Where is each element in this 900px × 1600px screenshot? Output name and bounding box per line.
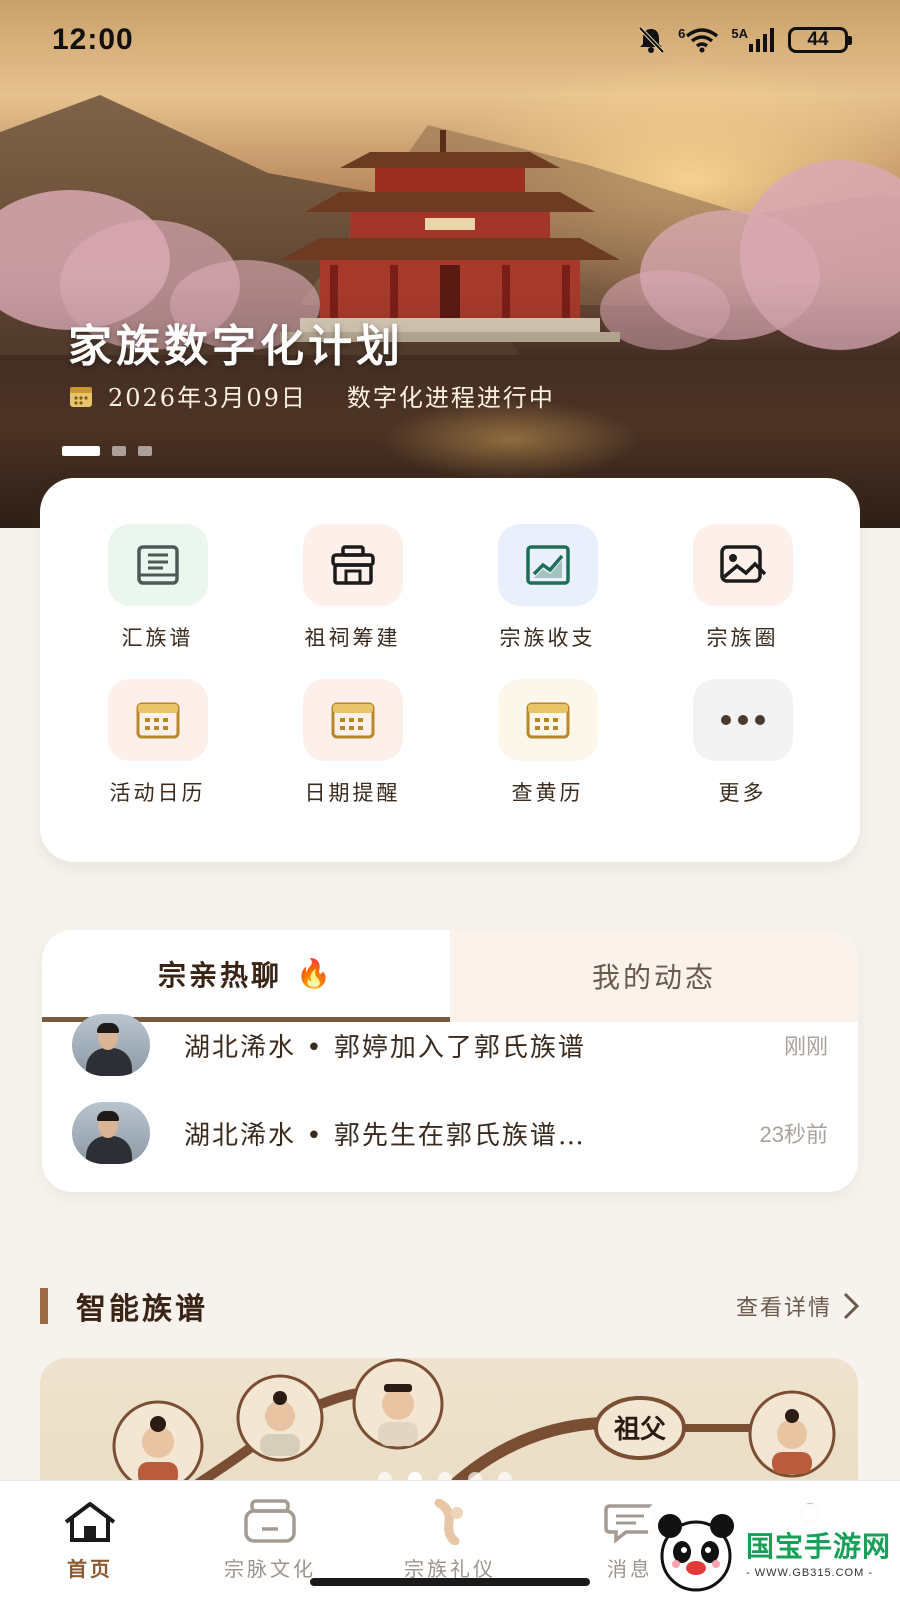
feed-text: 湖北浠水 • 郭先生在郭氏族谱… [184,1120,586,1151]
ancestor-portrait [748,1390,836,1478]
quick-actions-card: 汇族谱 祖祠筹建 宗族收支 宗族圈 活动日历 日期提醒 查黄历 更多 [40,478,860,862]
tab-my-activity[interactable]: 我的动态 [450,930,858,1022]
grid-item-more[interactable]: 更多 [645,679,840,834]
site-watermark: 国宝手游网 - WWW.GB315.COM - [648,1504,900,1600]
book-icon [136,545,179,585]
grid-label: 更多 [718,781,767,805]
grid-item-almanac[interactable]: 查黄历 [450,679,645,834]
grid-item-clan-circle[interactable]: 宗族圈 [645,524,840,679]
grid-icon-bg [497,524,598,606]
grid-label: 祖祠筹建 [304,626,401,650]
hero-carousel-dots [62,446,152,456]
feed-text: 湖北浠水 • 郭婷加入了郭氏族谱 [184,1032,586,1063]
section-title: 智能族谱 [76,1292,208,1327]
section-title-wrap: 智能族谱 [40,1284,208,1328]
battery-level: 44 [807,29,829,50]
grid-item-date-reminder[interactable]: 日期提醒 [255,679,450,834]
calendar-icon [526,702,569,739]
grid-label: 日期提醒 [304,781,401,805]
hero-status: 数字化进程进行中 [346,384,555,412]
culture-icon [244,1499,296,1543]
photo-icon [719,545,766,583]
watermark-url: - WWW.GB315.COM - [746,1567,873,1579]
cellular-indicator: 5A [731,27,776,53]
grid-item-ancestral-hall[interactable]: 祖祠筹建 [255,524,450,679]
nav-label: 消息 [607,1557,653,1581]
wifi-icon [686,28,719,53]
carousel-dot[interactable] [138,446,152,456]
wifi-indicator: 6 [678,27,719,53]
tab-clan-chat[interactable]: 宗亲热聊 🔥 [42,930,450,1022]
ancestor-portrait [112,1400,204,1492]
signal-icon [749,28,774,52]
nav-icon-wrap [62,1495,118,1549]
grid-item-clan-finance[interactable]: 宗族收支 [450,524,645,679]
hero-title: 家族数字化计划 [68,321,404,372]
grid-item-genealogy[interactable]: 汇族谱 [60,524,255,679]
grid-label: 宗族收支 [499,626,596,650]
home-indicator [310,1578,590,1586]
nav-home[interactable]: 首页 [0,1495,180,1600]
feed-tabs: 宗亲热聊 🔥 我的动态 [42,930,858,1022]
grid-label: 汇族谱 [121,626,194,650]
grid-icon-bg [692,679,793,761]
calendar-icon [331,702,374,739]
fire-icon: 🔥 [296,957,334,990]
finance-chart-icon [525,545,570,585]
carousel-dot[interactable] [112,446,126,456]
calendar-small-icon [70,386,92,407]
mute-bell-icon [638,26,665,54]
shrine-icon [330,545,375,585]
grid-item-event-calendar[interactable]: 活动日历 [60,679,255,834]
watermark-text: 国宝手游网 - WWW.GB315.COM - [746,1525,891,1579]
ancestor-portrait [236,1374,324,1462]
grid-icon-bg [107,524,208,606]
panda-logo-icon [658,1514,734,1592]
chevron-right-icon [843,1292,860,1320]
grid-label: 宗族圈 [706,626,779,650]
carousel-dot[interactable] [62,446,100,456]
battery-icon: 44 [788,27,852,53]
grid-label: 查黄历 [511,781,584,805]
grid-icon-bg [107,679,208,761]
avatar [72,1014,150,1076]
hero-banner[interactable]: 12:00 6 5A 44 家族数字化计划 2026年3月09日 数字化进程进行… [0,0,900,528]
grid-label: 活动日历 [109,781,206,805]
feed-time: 刚刚 [783,1034,828,1059]
etiquette-icon [434,1499,463,1545]
grid-icon-bg [692,524,793,606]
status-bar: 12:00 6 5A 44 [0,0,900,80]
feed-row[interactable]: 湖北浠水 • 郭婷加入了郭氏族谱 刚刚 [42,1014,858,1076]
section-header: 智能族谱 查看详情 [40,1284,860,1328]
hero-meta: 2026年3月09日 数字化进程进行中 [68,378,555,413]
feed-row[interactable]: 湖北浠水 • 郭先生在郭氏族谱… 23秒前 [42,1076,858,1190]
avatar [72,1102,150,1164]
view-details-link[interactable]: 查看详情 [736,1290,860,1322]
status-icons: 6 5A 44 [636,26,852,54]
nav-icon-wrap [242,1495,298,1549]
network-label: 5A [731,26,748,41]
nav-label: 宗脉文化 [224,1557,316,1581]
grandfather-label-badge: 祖父 [594,1396,686,1460]
clan-feed-card: 宗亲热聊 🔥 我的动态 湖北浠水 • 郭婷加入了郭氏族谱 刚刚 湖北浠水 • 郭… [42,930,858,1192]
watermark-title: 国宝手游网 [746,1530,892,1563]
calendar-icon [136,702,179,739]
tab-label: 我的动态 [591,961,716,994]
grid-icon-bg [497,679,598,761]
feed-time: 23秒前 [759,1122,828,1147]
section-accent-bar [40,1288,48,1324]
status-time: 12:00 [52,23,134,56]
grid-icon-bg [302,524,403,606]
view-details-label: 查看详情 [735,1296,832,1321]
wifi-label: 6 [678,26,686,41]
hero-date: 2026年3月09日 [108,384,307,412]
nav-label: 首页 [67,1557,113,1581]
grandfather-label: 祖父 [613,1415,667,1445]
grid-icon-bg [302,679,403,761]
home-icon [64,1502,116,1542]
more-dots-icon [720,715,765,725]
ancestor-portrait [352,1358,444,1450]
tab-label: 宗亲热聊 [158,958,283,992]
nav-icon-wrap [425,1495,475,1549]
